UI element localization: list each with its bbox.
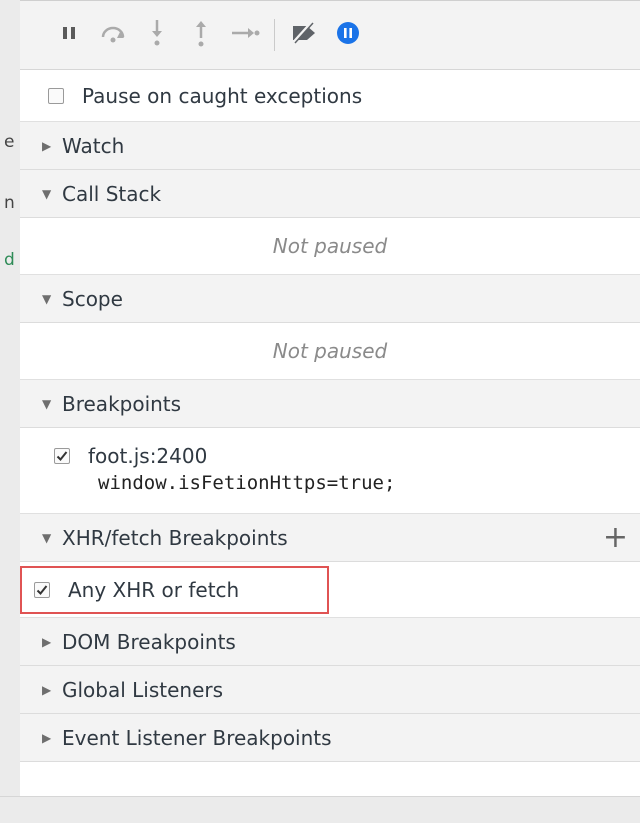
pause-button[interactable] bbox=[52, 15, 86, 55]
editor-fragment: d bbox=[4, 250, 15, 270]
pause-on-exceptions-button[interactable] bbox=[331, 15, 365, 55]
breakpoint-item[interactable]: foot.js:2400 window.isFetionHttps=true; bbox=[20, 428, 640, 514]
panel-bottom-edge bbox=[0, 796, 640, 823]
section-dom-breakpoints[interactable]: ▶ DOM Breakpoints bbox=[20, 618, 640, 666]
section-call-stack-label: Call Stack bbox=[62, 181, 162, 206]
call-stack-status: Not paused bbox=[20, 218, 640, 275]
section-breakpoints[interactable]: ▼ Breakpoints bbox=[20, 380, 640, 428]
deactivate-breakpoints-icon bbox=[287, 21, 321, 48]
any-xhr-label: Any XHR or fetch bbox=[68, 578, 240, 602]
checkbox-icon[interactable] bbox=[48, 87, 64, 104]
section-watch-label: Watch bbox=[62, 133, 125, 158]
debugger-toolbar bbox=[20, 0, 640, 70]
triangle-down-icon: ▼ bbox=[42, 530, 52, 545]
triangle-right-icon: ▶ bbox=[42, 730, 52, 745]
step-out-button[interactable] bbox=[184, 15, 218, 55]
step-over-button[interactable] bbox=[96, 15, 130, 55]
section-event-label: Event Listener Breakpoints bbox=[62, 725, 332, 750]
checkbox-checked-icon[interactable] bbox=[54, 448, 70, 464]
pause-on-caught-label: Pause on caught exceptions bbox=[82, 83, 363, 108]
section-scope-label: Scope bbox=[62, 286, 123, 311]
triangle-right-icon: ▶ bbox=[42, 138, 52, 153]
section-watch[interactable]: ▶ Watch bbox=[20, 122, 640, 170]
step-into-icon bbox=[149, 18, 165, 52]
pause-on-caught-exceptions[interactable]: Pause on caught exceptions bbox=[20, 70, 640, 122]
section-breakpoints-label: Breakpoints bbox=[62, 391, 182, 416]
add-xhr-breakpoint-button[interactable]: + bbox=[603, 520, 628, 555]
triangle-right-icon: ▶ bbox=[42, 682, 52, 697]
section-dom-label: DOM Breakpoints bbox=[62, 629, 236, 654]
editor-fragment: e bbox=[4, 132, 15, 152]
checkbox-checked-icon[interactable] bbox=[34, 582, 50, 598]
step-icon bbox=[230, 25, 260, 45]
step-over-icon bbox=[98, 22, 128, 48]
section-xhr-breakpoints[interactable]: ▼ XHR/fetch Breakpoints + bbox=[20, 514, 640, 562]
section-global-label: Global Listeners bbox=[62, 677, 224, 702]
section-scope[interactable]: ▼ Scope bbox=[20, 275, 640, 323]
breakpoint-location: foot.js:2400 bbox=[88, 444, 208, 468]
scope-status: Not paused bbox=[20, 323, 640, 380]
triangle-down-icon: ▼ bbox=[42, 186, 52, 201]
deactivate-breakpoints-button[interactable] bbox=[287, 15, 321, 55]
step-button[interactable] bbox=[228, 15, 262, 55]
section-global-listeners[interactable]: ▶ Global Listeners bbox=[20, 666, 640, 714]
breakpoint-code: window.isFetionHttps=true; bbox=[98, 472, 396, 494]
triangle-right-icon: ▶ bbox=[42, 634, 52, 649]
xhr-breakpoint-item: Any XHR or fetch bbox=[20, 562, 640, 618]
triangle-down-icon: ▼ bbox=[42, 291, 52, 306]
step-out-icon bbox=[193, 18, 209, 52]
editor-fragment: n bbox=[4, 193, 15, 213]
pause-icon bbox=[61, 25, 77, 45]
toolbar-separator bbox=[274, 19, 275, 51]
editor-edge: e n d bbox=[0, 0, 21, 796]
section-call-stack[interactable]: ▼ Call Stack bbox=[20, 170, 640, 218]
any-xhr-highlight[interactable]: Any XHR or fetch bbox=[20, 566, 329, 614]
triangle-down-icon: ▼ bbox=[42, 396, 52, 411]
step-into-button[interactable] bbox=[140, 15, 174, 55]
pause-on-exceptions-icon bbox=[336, 21, 360, 49]
debugger-sidebar: Pause on caught exceptions ▶ Watch ▼ Cal… bbox=[20, 0, 640, 796]
section-event-listener-breakpoints[interactable]: ▶ Event Listener Breakpoints bbox=[20, 714, 640, 762]
section-xhr-label: XHR/fetch Breakpoints bbox=[62, 525, 288, 550]
